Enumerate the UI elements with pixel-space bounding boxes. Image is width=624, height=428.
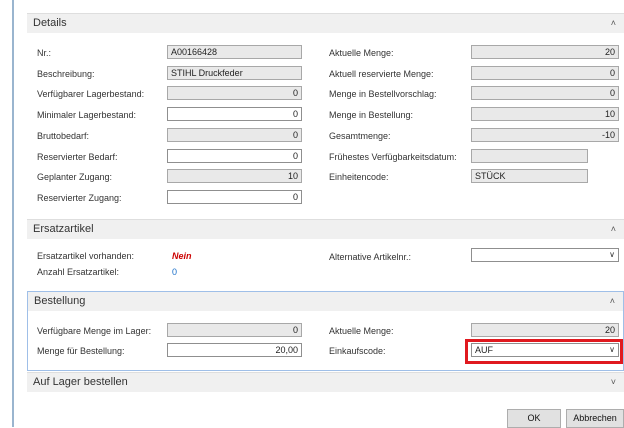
verf-menge-field: 0 xyxy=(167,323,302,337)
einkaufscode-label: Einkaufscode: xyxy=(329,346,386,356)
chevron-up-icon[interactable]: ˄ xyxy=(610,296,615,306)
left-field-4: 0 xyxy=(167,127,302,142)
ersatz-vorhanden-value: Nein xyxy=(172,251,192,261)
right-label-4: Gesamtmenge: xyxy=(329,130,391,141)
right-field-4: -10 xyxy=(471,127,619,142)
right-label-0: Aktuelle Menge: xyxy=(329,48,394,58)
right-label-2: Menge in Bestellvorschlag: xyxy=(329,89,437,100)
ersatz-section-header[interactable]: Ersatzartikel ˄ xyxy=(27,219,624,239)
lager-section-header[interactable]: Auf Lager bestellen ˅ xyxy=(27,372,624,392)
left-field-5[interactable]: 0 xyxy=(167,148,302,163)
left-label-0: Nr.: xyxy=(37,48,52,58)
left-label-3: Minimaler Lagerbestand: xyxy=(37,110,137,121)
left-label-6: Geplanter Zugang: xyxy=(37,172,113,183)
highlight-box xyxy=(465,339,623,364)
right-label-5: Frühestes Verfügbarkeitsdatum: xyxy=(329,151,457,162)
ok-button[interactable]: OK xyxy=(507,409,561,428)
right-label-1: Aktuell reservierte Menge: xyxy=(329,68,434,79)
chevron-up-icon[interactable]: ˄ xyxy=(611,224,616,234)
chevron-down-icon[interactable]: ∨ xyxy=(609,249,615,261)
cancel-button[interactable]: Abbrechen xyxy=(566,409,624,428)
right-field-1: 0 xyxy=(471,65,619,80)
verf-menge-label: Verfügbare Menge im Lager: xyxy=(37,326,152,336)
left-field-2: 0 xyxy=(167,86,302,101)
right-field-6: STÜCK xyxy=(471,169,588,184)
right-field-3: 10 xyxy=(471,107,619,122)
menge-bestellung-input[interactable]: 20,00 xyxy=(167,343,302,357)
left-label-2: Verfügbarer Lagerbestand: xyxy=(37,89,145,100)
lager-section-title: Auf Lager bestellen xyxy=(33,376,128,388)
alt-artikelnr-label: Alternative Artikelnr.: xyxy=(329,252,412,262)
chevron-down-icon[interactable]: ˅ xyxy=(611,377,616,387)
right-label-6: Einheitencode: xyxy=(329,172,389,183)
left-field-0: A00166428 xyxy=(167,45,302,59)
left-label-5: Reservierter Bedarf: xyxy=(37,151,118,162)
window-left-border xyxy=(12,0,14,427)
ersatz-section-title: Ersatzartikel xyxy=(33,223,94,235)
details-section-title: Details xyxy=(33,17,67,29)
left-label-4: Bruttobedarf: xyxy=(37,130,90,141)
chevron-up-icon[interactable]: ˄ xyxy=(611,18,616,28)
akt-menge-label: Aktuelle Menge: xyxy=(329,326,394,336)
bestellung-section-title: Bestellung xyxy=(34,295,86,307)
right-label-3: Menge in Bestellung: xyxy=(329,110,414,121)
right-field-2: 0 xyxy=(471,86,619,101)
left-label-1: Beschreibung: xyxy=(37,68,95,79)
ersatz-anzahl-label: Anzahl Ersatzartikel: xyxy=(37,267,120,277)
akt-menge-field: 20 xyxy=(471,323,619,337)
right-field-5 xyxy=(471,148,588,163)
left-field-6: 10 xyxy=(167,169,302,184)
alt-artikelnr-select[interactable]: ∨ xyxy=(471,248,619,262)
bestellung-section-header[interactable]: Bestellung ˄ xyxy=(28,292,623,311)
ersatz-anzahl-link[interactable]: 0 xyxy=(172,267,177,277)
menge-bestellung-label: Menge für Bestellung: xyxy=(37,346,125,356)
details-section-header[interactable]: Details ˄ xyxy=(27,13,624,33)
left-field-3[interactable]: 0 xyxy=(167,107,302,122)
left-label-7: Reservierter Zugang: xyxy=(37,192,122,203)
left-field-7[interactable]: 0 xyxy=(167,189,302,204)
ersatz-vorhanden-label: Ersatzartikel vorhanden: xyxy=(37,251,135,261)
right-field-0: 20 xyxy=(471,45,619,59)
left-field-1: STIHL Druckfeder xyxy=(167,65,302,80)
